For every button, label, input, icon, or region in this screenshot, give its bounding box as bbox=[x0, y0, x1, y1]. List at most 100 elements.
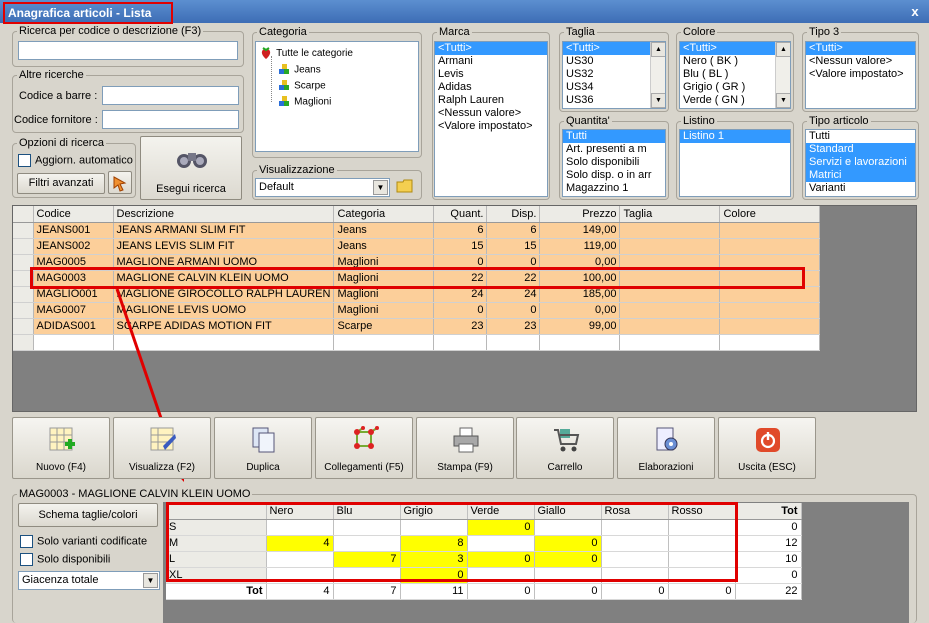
table-cell[interactable]: MAGLIONE LEVIS UOMO bbox=[113, 302, 335, 319]
table-cell[interactable]: JEANS001 bbox=[33, 222, 114, 239]
table-cell[interactable]: 0 bbox=[486, 302, 541, 319]
list-item[interactable]: Standard bbox=[806, 143, 915, 156]
list-item[interactable]: Adidas bbox=[435, 81, 547, 94]
table-cell[interactable]: 0,00 bbox=[539, 302, 621, 319]
stock-type-select[interactable]: Giacenza totale ▼ bbox=[18, 571, 160, 590]
table-cell[interactable]: 6 bbox=[433, 222, 488, 239]
print-button[interactable]: Stampa (F9) bbox=[416, 417, 514, 479]
table-row[interactable]: JEANS001 JEANS ARMANI SLIM FIT Jeans 6 6 149,… bbox=[13, 222, 821, 239]
list-item[interactable]: Nero ( BK ) bbox=[680, 55, 790, 68]
list-item[interactable]: Magazzino 1 bbox=[563, 182, 665, 195]
list-item[interactable]: Solo disponibili bbox=[563, 156, 665, 169]
list-item[interactable]: <Tutti> bbox=[435, 42, 547, 55]
table-cell[interactable]: Maglioni bbox=[333, 302, 435, 319]
list-item[interactable]: Blu ( BL ) bbox=[680, 68, 790, 81]
search-input[interactable] bbox=[18, 41, 238, 60]
processing-button[interactable]: Elaborazioni bbox=[617, 417, 715, 479]
row-indicator[interactable] bbox=[13, 318, 34, 335]
column-header[interactable]: Prezzo bbox=[539, 206, 621, 223]
list-item[interactable]: Varianti bbox=[806, 182, 915, 195]
table-cell[interactable] bbox=[539, 334, 621, 351]
articles-grid[interactable]: Codice Descrizione Categoria Quant. Disp… bbox=[12, 205, 917, 412]
table-row-empty[interactable] bbox=[13, 334, 821, 351]
column-header[interactable]: Taglia bbox=[619, 206, 721, 223]
barcode-input[interactable] bbox=[102, 86, 239, 105]
size-list[interactable]: <Tutti> US30 US32 US34 US36 ▲ ▼ bbox=[562, 41, 666, 109]
view-select[interactable]: Default ▼ bbox=[255, 178, 390, 197]
table-cell[interactable] bbox=[619, 238, 721, 255]
list-item[interactable]: Listino 1 bbox=[680, 130, 790, 143]
table-cell[interactable]: JEANS LEVIS SLIM FIT bbox=[113, 238, 335, 255]
table-cell[interactable]: JEANS ARMANI SLIM FIT bbox=[113, 222, 335, 239]
folder-icon[interactable] bbox=[396, 177, 414, 195]
tree-item-scarpe[interactable]: Scarpe bbox=[278, 79, 326, 92]
table-cell[interactable]: 15 bbox=[486, 238, 541, 255]
item-type-list[interactable]: Tutti Standard Servizi e lavorazioni Mat… bbox=[805, 129, 916, 197]
scroll-up-icon[interactable]: ▲ bbox=[651, 42, 665, 57]
supplier-code-input[interactable] bbox=[102, 110, 239, 129]
new-button[interactable]: Nuovo (F4) bbox=[12, 417, 110, 479]
list-item[interactable]: Grigio ( GR ) bbox=[680, 81, 790, 94]
column-header[interactable]: Categoria bbox=[333, 206, 435, 223]
tree-item-maglioni[interactable]: Maglioni bbox=[278, 95, 331, 108]
tree-root[interactable]: Tutte le categorie bbox=[259, 46, 353, 60]
checkbox-box[interactable] bbox=[18, 154, 31, 167]
table-cell[interactable] bbox=[619, 222, 721, 239]
list-item[interactable]: <Nessun valore> bbox=[806, 55, 915, 68]
table-cell[interactable]: 149,00 bbox=[539, 222, 621, 239]
type3-list[interactable]: <Tutti> <Nessun valore> <Valore impostat… bbox=[805, 41, 916, 109]
view-button[interactable]: Visualizza (F2) bbox=[113, 417, 211, 479]
scroll-down-icon[interactable]: ▼ bbox=[776, 93, 790, 108]
cart-button[interactable]: Carrello bbox=[516, 417, 614, 479]
list-item[interactable]: Solo disp. o in arr bbox=[563, 169, 665, 182]
table-cell[interactable]: 6 bbox=[486, 222, 541, 239]
table-cell[interactable] bbox=[113, 334, 335, 351]
scroll-up-icon[interactable]: ▲ bbox=[776, 42, 790, 57]
color-list[interactable]: <Tutti> Nero ( BK ) Blu ( BL ) Grigio ( … bbox=[679, 41, 791, 109]
table-row[interactable]: JEANS002 JEANS LEVIS SLIM FIT Jeans 15 15 119… bbox=[13, 238, 821, 255]
table-cell[interactable] bbox=[33, 334, 114, 351]
table-cell[interactable] bbox=[719, 318, 821, 335]
column-header[interactable]: Disp. bbox=[486, 206, 541, 223]
exit-button[interactable]: Uscita (ESC) bbox=[718, 417, 816, 479]
table-cell[interactable] bbox=[719, 238, 821, 255]
table-cell[interactable] bbox=[619, 318, 721, 335]
execute-search-button[interactable]: Esegui ricerca bbox=[140, 136, 242, 200]
column-header[interactable]: Descrizione bbox=[113, 206, 335, 223]
category-tree[interactable]: Tutte le categorie Jeans Scarpe Maglioni bbox=[255, 41, 419, 152]
scrollbar[interactable]: ▲ ▼ bbox=[650, 42, 665, 108]
table-cell[interactable] bbox=[333, 334, 435, 351]
row-indicator[interactable] bbox=[13, 222, 34, 239]
row-indicator[interactable] bbox=[13, 238, 34, 255]
chevron-down-icon[interactable]: ▼ bbox=[373, 180, 388, 195]
table-cell[interactable]: 99,00 bbox=[539, 318, 621, 335]
column-header[interactable]: Codice bbox=[33, 206, 114, 223]
list-item[interactable]: Matrici bbox=[806, 169, 915, 182]
only-available-checkbox[interactable]: Solo disponibili bbox=[20, 553, 110, 566]
only-coded-checkbox[interactable]: Solo varianti codificate bbox=[20, 535, 147, 548]
list-item[interactable]: Ralph Lauren bbox=[435, 94, 547, 107]
list-item[interactable]: <Nessun valore> bbox=[435, 107, 547, 120]
table-row[interactable]: MAG0007 MAGLIONE LEVIS UOMO Maglioni 0 0 0,00 bbox=[13, 302, 821, 319]
list-item[interactable]: Tutti bbox=[563, 130, 665, 143]
list-item[interactable]: Verde ( GN ) bbox=[680, 94, 790, 107]
brand-list[interactable]: <Tutti> Armani Levis Adidas Ralph Lauren… bbox=[434, 41, 548, 197]
table-cell[interactable] bbox=[619, 302, 721, 319]
table-cell[interactable]: Scarpe bbox=[333, 318, 435, 335]
list-item[interactable]: <Valore impostato> bbox=[806, 68, 915, 81]
list-item[interactable]: <Tutti> bbox=[806, 42, 915, 55]
checkbox-box[interactable] bbox=[20, 553, 33, 566]
row-indicator[interactable] bbox=[13, 302, 34, 319]
table-cell[interactable]: SCARPE ADIDAS MOTION FIT bbox=[113, 318, 335, 335]
advanced-filters-button[interactable]: Filtri avanzati bbox=[17, 173, 105, 194]
size-color-scheme-button[interactable]: Schema taglie/colori bbox=[18, 503, 158, 527]
table-cell[interactable]: 15 bbox=[433, 238, 488, 255]
duplicate-button[interactable]: Duplica bbox=[214, 417, 312, 479]
list-item[interactable]: Art. presenti a m bbox=[563, 143, 665, 156]
column-header[interactable]: Quant. bbox=[433, 206, 488, 223]
auto-update-checkbox[interactable]: Aggiorn. automatico bbox=[18, 154, 133, 167]
table-cell[interactable]: 23 bbox=[433, 318, 488, 335]
list-item[interactable]: Armani bbox=[435, 55, 547, 68]
list-item[interactable]: <Tutti> bbox=[680, 42, 790, 55]
list-item[interactable]: Tutti bbox=[806, 130, 915, 143]
